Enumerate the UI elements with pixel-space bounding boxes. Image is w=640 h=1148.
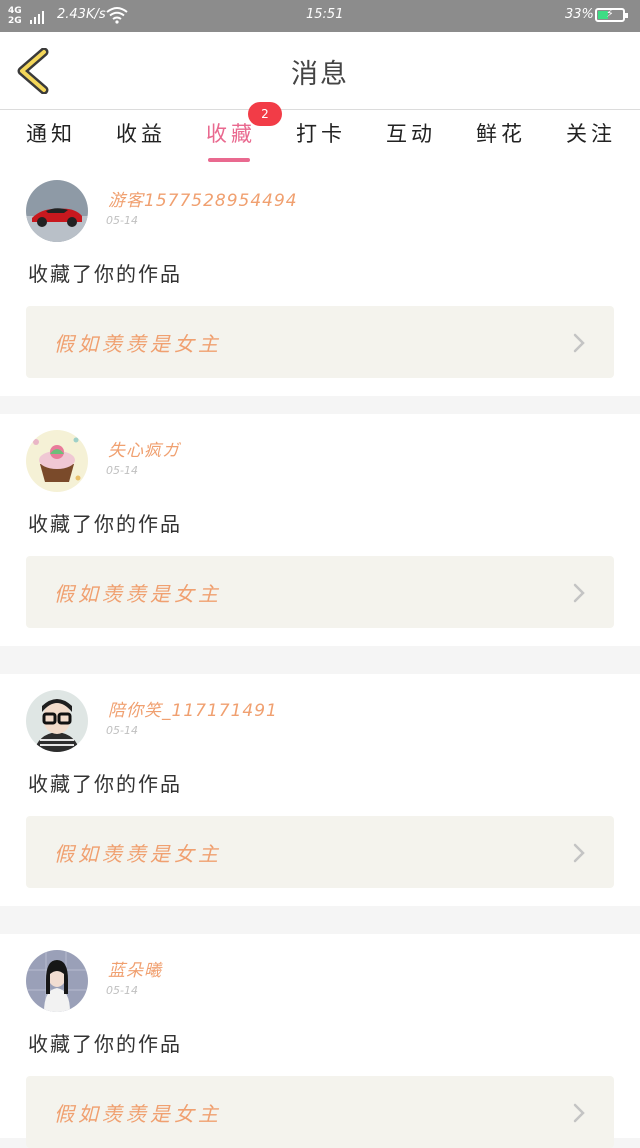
header: 消息	[0, 32, 640, 110]
tab-income[interactable]: 收益	[116, 118, 166, 148]
red-car-avatar-icon	[26, 180, 88, 242]
girl-photo-avatar-icon	[26, 950, 88, 1012]
clock: 15:51	[306, 7, 344, 22]
tab-bar: 通知 收益 收藏 2 打卡 互动 鲜花 关注	[0, 102, 640, 164]
avatar[interactable]	[26, 950, 88, 1012]
active-tab-indicator	[208, 158, 250, 162]
username[interactable]: 游客1577528954494	[108, 186, 298, 211]
page-title: 消息	[291, 59, 349, 90]
battery-percent: 33%	[565, 7, 594, 22]
unread-badge: 2	[248, 102, 282, 126]
tab-follow[interactable]: 关注	[566, 118, 616, 148]
message-card: 游客1577528954494 05-14 收藏了你的作品 假如羡羡是女主	[0, 164, 640, 396]
work-link[interactable]: 假如羡羡是女主	[26, 1076, 614, 1148]
wifi-icon	[106, 6, 128, 28]
work-title: 假如羡羡是女主	[54, 582, 222, 606]
action-text: 收藏了你的作品	[28, 512, 182, 536]
tab-favorites[interactable]: 收藏	[206, 118, 256, 162]
tab-flowers[interactable]: 鲜花	[476, 118, 526, 148]
action-text: 收藏了你的作品	[28, 262, 182, 286]
work-link[interactable]: 假如羡羡是女主	[26, 816, 614, 888]
work-link[interactable]: 假如羡羡是女主	[26, 556, 614, 628]
work-link[interactable]: 假如羡羡是女主	[26, 306, 614, 378]
message-card: 陪你笑_117171491 05-14 收藏了你的作品 假如羡羡是女主	[0, 674, 640, 906]
work-title: 假如羡羡是女主	[54, 1102, 222, 1126]
tab-label: 互动	[386, 122, 436, 146]
username[interactable]: 陪你笑_117171491	[108, 696, 278, 721]
message-card: 失心疯ガ 05-14 收藏了你的作品 假如羡羡是女主	[0, 414, 640, 646]
tab-label: 关注	[566, 122, 616, 146]
message-date: 05-14	[106, 214, 138, 227]
boy-glasses-avatar-icon	[26, 690, 88, 752]
tab-interaction[interactable]: 互动	[386, 118, 436, 148]
tab-label: 打卡	[296, 122, 346, 146]
username[interactable]: 蓝朵曦	[108, 956, 162, 981]
username[interactable]: 失心疯ガ	[108, 436, 180, 461]
network-speed: 2.43K/s	[57, 7, 106, 22]
action-text: 收藏了你的作品	[28, 1032, 182, 1056]
tab-label: 通知	[26, 122, 76, 146]
tab-notification[interactable]: 通知	[26, 118, 76, 148]
message-date: 05-14	[106, 724, 138, 737]
message-date: 05-14	[106, 984, 138, 997]
work-title: 假如羡羡是女主	[54, 332, 222, 356]
signal-icon	[30, 10, 44, 24]
tab-checkin[interactable]: 打卡	[296, 118, 346, 148]
message-date: 05-14	[106, 464, 138, 477]
tab-label: 收益	[116, 122, 166, 146]
tab-label: 鲜花	[476, 122, 526, 146]
avatar[interactable]	[26, 180, 88, 242]
action-text: 收藏了你的作品	[28, 772, 182, 796]
chevron-right-icon	[573, 1103, 585, 1123]
chevron-right-icon	[573, 583, 585, 603]
network-type: 4G 2G	[8, 6, 22, 26]
chevron-right-icon	[573, 333, 585, 353]
message-card: 蓝朵曦 05-14 收藏了你的作品 假如羡羡是女主	[0, 934, 640, 1148]
status-bar: 4G 2G 2.43K/s 15:51 33% ⚡	[0, 0, 640, 32]
tab-label: 收藏	[206, 122, 256, 146]
chevron-right-icon	[573, 843, 585, 863]
battery-icon: ⚡	[595, 7, 628, 22]
avatar[interactable]	[26, 430, 88, 492]
cupcake-avatar-icon	[26, 430, 88, 492]
avatar[interactable]	[26, 690, 88, 752]
work-title: 假如羡羡是女主	[54, 842, 222, 866]
